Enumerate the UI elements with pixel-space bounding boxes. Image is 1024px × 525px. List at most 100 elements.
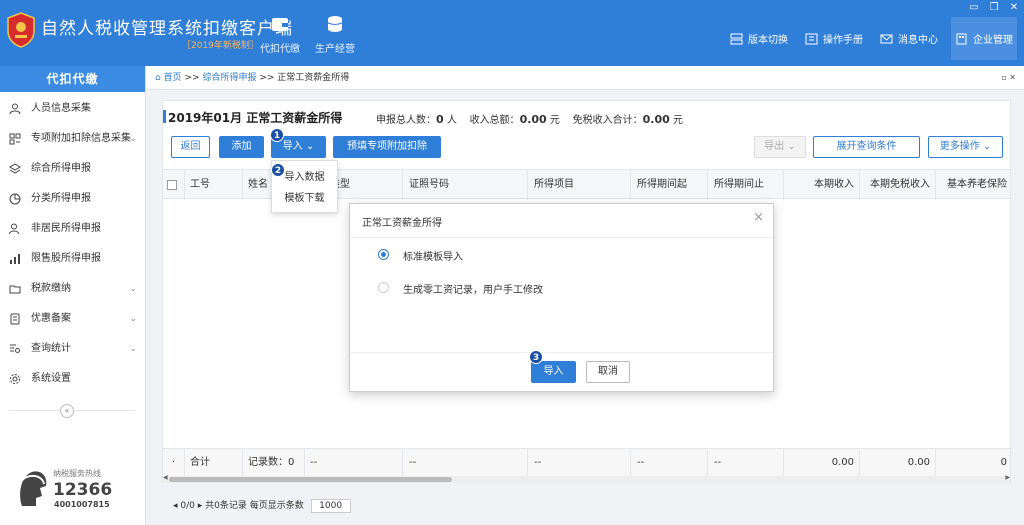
home-icon[interactable]: ⌂ — [155, 73, 161, 83]
list-search-icon — [10, 344, 20, 353]
tool-enterprise-management[interactable]: 企业管理 — [955, 31, 1013, 46]
sidebar-item-label: 税款缴纳 — [31, 283, 71, 294]
sidebar-item-system-settings[interactable]: 系统设置 — [0, 364, 145, 394]
minimize-icon[interactable]: ▭ — [966, 2, 982, 14]
sidebar-item-special-deduction[interactable]: 专项附加扣除信息采集 ⌄ — [0, 124, 145, 154]
topnav-withholding[interactable]: 代扣代缴 — [257, 14, 303, 55]
tool-message-center[interactable]: 消息中心 — [880, 31, 938, 46]
footer-cell: -- — [528, 449, 631, 477]
confirm-import-button[interactable]: 导入 — [531, 361, 576, 383]
building-icon — [956, 33, 967, 44]
scrollbar-thumb[interactable] — [169, 477, 452, 482]
hotline-headset-icon — [19, 471, 47, 506]
column-header[interactable]: 本期收入 — [784, 170, 860, 200]
export-button[interactable]: 导出 ⌄ — [754, 136, 806, 158]
people-label: 申报总人数： — [376, 115, 436, 126]
table-footer-totals: · 合计 记录数：0 -- -- -- -- -- 0.00 0.00 0 — [163, 448, 1010, 477]
sidebar-item-classified-income[interactable]: 分类所得申报 — [0, 184, 145, 214]
people-unit: 人 — [446, 115, 457, 126]
column-header[interactable]: 所得项目 — [528, 170, 631, 200]
horizontal-scrollbar[interactable]: ◀ ▶ — [163, 474, 1010, 483]
folder-icon — [9, 285, 21, 294]
layers-icon — [9, 163, 21, 174]
radio-button[interactable] — [378, 282, 389, 293]
server-icon — [730, 33, 743, 44]
sidebar-collapse-button[interactable]: « — [60, 404, 74, 418]
page-title: 2019年01月 正常工资薪金所得 — [162, 110, 343, 125]
step-badge: 3 — [529, 350, 543, 364]
breadcrumb-home[interactable]: 首页 — [164, 73, 182, 83]
footer-free-total: 0.00 — [860, 449, 936, 477]
sidebar-item-label: 专项附加扣除信息采集 — [31, 133, 131, 144]
gear-icon — [10, 374, 20, 384]
sidebar-item-restricted-shares[interactable]: 限售股所得申报 — [0, 244, 145, 274]
footer-cell: -- — [708, 449, 784, 477]
dialog-divider — [350, 237, 773, 238]
option-label: 标准模板导入 — [403, 252, 463, 263]
mail-icon — [880, 34, 893, 43]
sidebar-item-label: 优惠备案 — [31, 313, 71, 324]
people-value: 0 — [436, 113, 444, 126]
tool-version-switch[interactable]: 版本切换 — [730, 31, 788, 46]
tab-controls[interactable]: ▫ ✕ — [1001, 66, 1016, 90]
add-button[interactable]: 添加 — [219, 136, 264, 158]
column-header[interactable]: 所得期间起 — [631, 170, 708, 200]
per-page-input[interactable]: 1000 — [310, 499, 351, 513]
sidebar-item-comprehensive-income[interactable]: 综合所得申报 — [0, 154, 145, 184]
income-value: 0.00 — [519, 113, 547, 126]
more-actions-button[interactable]: 更多操作 ⌄ — [928, 136, 1003, 158]
sidebar-item-tax-payment[interactable]: 税款缴纳 ⌄ — [0, 274, 145, 304]
restore-icon[interactable]: ❐ — [986, 2, 1002, 14]
tool-manual[interactable]: 操作手册 — [805, 31, 863, 46]
cancel-button[interactable]: 取消 — [586, 361, 630, 383]
book-icon — [805, 33, 818, 44]
sidebar-item-personnel-info[interactable]: 人员信息采集 — [0, 94, 145, 124]
coins-icon — [327, 16, 343, 32]
tool-label: 版本切换 — [748, 35, 788, 46]
person-icon — [9, 103, 21, 115]
expand-query-button[interactable]: 展开查询条件 — [813, 136, 920, 158]
sidebar-item-preferential-filing[interactable]: 优惠备案 ⌄ — [0, 304, 145, 334]
sidebar-header: 代扣代缴 — [0, 66, 145, 92]
column-header[interactable]: 基本养老保险 — [936, 170, 1010, 200]
pie-chart-icon — [9, 193, 21, 205]
footer-record-count: 记录数：0 — [243, 449, 305, 477]
back-button[interactable]: 返回 — [171, 136, 210, 158]
step-badge: 1 — [270, 128, 284, 142]
close-icon[interactable]: ✕ — [1006, 2, 1022, 14]
import-dialog: 正常工资薪金所得 × 标准模板导入 生成零工资记录，用户手工修改 导入 取消 — [349, 203, 774, 392]
select-all-checkbox[interactable] — [167, 180, 177, 190]
column-header[interactable]: 所得期间止 — [708, 170, 784, 200]
scroll-right-icon[interactable]: ▶ — [1005, 474, 1010, 481]
topnav-business[interactable]: 生产经营 — [312, 14, 358, 55]
hotline-tel: 4001007815 — [54, 500, 110, 509]
tool-label: 操作手册 — [823, 35, 863, 46]
sidebar-item-query-statistics[interactable]: 查询统计 ⌄ — [0, 334, 145, 364]
prefill-special-deduction-button[interactable]: 预填专项附加扣除 — [333, 136, 441, 158]
dialog-divider — [350, 352, 773, 353]
app-title: 自然人税收管理系统扣缴客户端 — [41, 19, 293, 39]
column-header[interactable]: 本期免税收入 — [860, 170, 936, 200]
dialog-title: 正常工资薪金所得 — [362, 218, 442, 229]
topnav-label: 生产经营 — [315, 44, 355, 55]
free-value: 0.00 — [642, 113, 670, 126]
option-label: 生成零工资记录，用户手工修改 — [403, 285, 543, 296]
column-header[interactable]: 证照号码 — [403, 170, 528, 200]
footer-cell: -- — [305, 449, 403, 477]
tool-label: 消息中心 — [898, 35, 938, 46]
sidebar-item-nonresident-income[interactable]: 非居民所得申报 — [0, 214, 145, 244]
breadcrumb-level1[interactable]: 综合所得申报 — [202, 73, 256, 83]
pager-nav[interactable]: ◂ 0/0 ▸ — [173, 501, 202, 511]
menu-item-template-download[interactable]: 模板下载 — [272, 189, 337, 209]
pager-per-page-label: 每页显示条数 — [249, 501, 304, 511]
column-header[interactable]: 工号 — [185, 170, 243, 200]
breadcrumb: ⌂ 首页 >> 综合所得申报 >> 正常工资薪金所得 ▫ ✕ — [146, 66, 1024, 90]
radio-button-selected[interactable] — [378, 249, 389, 260]
scroll-left-icon[interactable]: ◀ — [163, 474, 168, 481]
sidebar: 代扣代缴 人员信息采集 专项附加扣除信息采集 ⌄ 综合所得申报 分类所得申报 非… — [0, 66, 146, 525]
sidebar-item-label: 查询统计 — [31, 343, 71, 354]
close-icon[interactable]: × — [753, 210, 764, 225]
document-icon — [10, 313, 20, 325]
hotline-number: 12366 — [53, 480, 113, 500]
footer-dot: · — [163, 449, 185, 477]
